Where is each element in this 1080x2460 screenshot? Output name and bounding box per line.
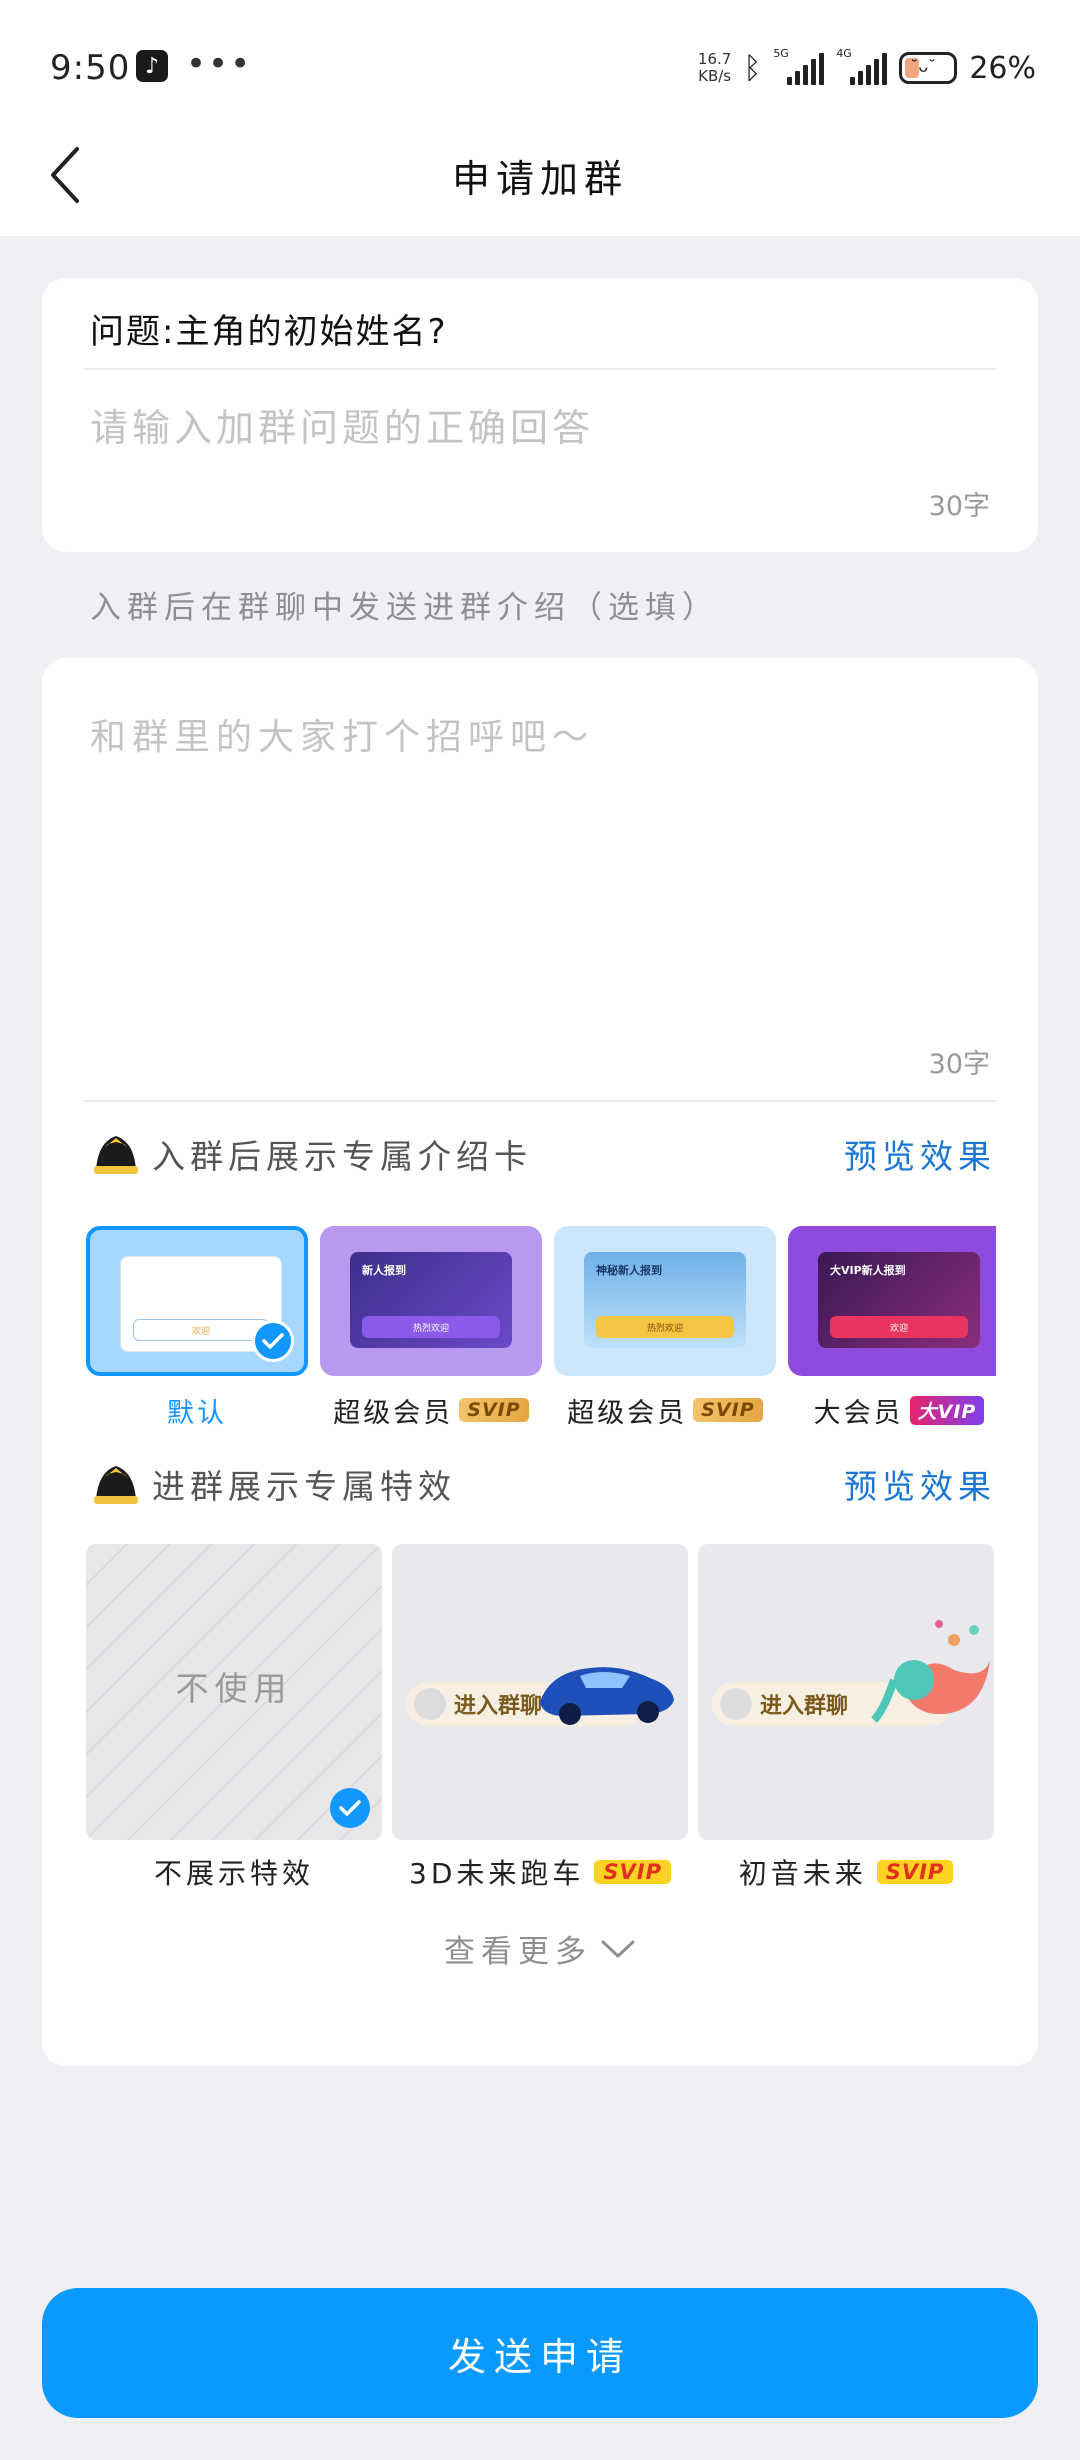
intro-caption: 入群后在群聊中发送进群介绍（选填）	[90, 590, 719, 626]
intro-card-thumb: 神秘新人报到 热烈欢迎	[554, 1226, 776, 1376]
miku-character-icon	[871, 1620, 990, 1723]
intro-card-label: 大会员 大VIP	[788, 1390, 996, 1430]
status-time: 9:50	[50, 48, 131, 88]
divider	[84, 368, 996, 370]
intro-card-preview-link[interactable]: 预览效果	[844, 1130, 996, 1178]
intro-card-section-title: 入群后展示专属介绍卡	[152, 1137, 532, 1176]
page-title: 申请加群	[451, 157, 628, 201]
question-card: 问题:主角的初始姓名? 30字	[42, 278, 1038, 552]
avatar	[720, 1688, 752, 1720]
network-speed: 16.7 KB/s	[697, 50, 732, 85]
question-text: 问题:主角的初始姓名?	[90, 312, 448, 352]
answer-char-counter: 30字	[928, 491, 990, 522]
effect-grid: 不使用 不展示特效 进入群聊 3D未来跑车 SVIP 进入群聊 初音未来 SVI…	[86, 1544, 996, 1892]
more-notifications-icon: •••	[186, 44, 253, 84]
effect-preview-link[interactable]: 预览效果	[844, 1460, 996, 1508]
svip-badge: SVIP	[693, 1398, 763, 1422]
effect-label: 3D未来跑车 SVIP	[392, 1852, 688, 1892]
intro-card-thumb: 欢迎	[86, 1226, 308, 1376]
svip-crown-icon	[90, 1458, 142, 1510]
intro-card-section-header: 入群后展示专属介绍卡 预览效果	[90, 1124, 996, 1184]
effect-thumb: 进入群聊	[392, 1544, 688, 1840]
avatar	[414, 1688, 446, 1720]
intro-card-label: 超级会员 SVIP	[554, 1390, 776, 1430]
effect-label: 不展示特效	[153, 1857, 314, 1890]
answer-input[interactable]	[90, 406, 990, 450]
intro-card-option-svip-1[interactable]: 新人报到 热烈欢迎 超级会员 SVIP	[320, 1226, 542, 1430]
intro-card-label: 默认	[167, 1397, 227, 1429]
submit-request-button[interactable]: 发送申请	[42, 2288, 1038, 2418]
status-indicators: 16.7 KB/s ᛒ 5G 4G ˘ᴗ˘ 26%	[698, 44, 1036, 92]
nav-bar: 申请加群	[0, 118, 1080, 236]
svip-badge: SVIP	[876, 1860, 954, 1884]
bluetooth-icon: ᛒ	[743, 50, 762, 86]
effect-thumb: 进入群聊	[698, 1544, 994, 1840]
intro-message-input[interactable]	[90, 708, 990, 1038]
intro-card-option-bigvip[interactable]: 大VIP新人报到 欢迎 大会员 大VIP	[788, 1226, 996, 1430]
signal-icon-5g: 5G	[773, 47, 825, 85]
effect-label: 初音未来 SVIP	[698, 1852, 994, 1892]
intro-char-counter: 30字	[928, 1049, 990, 1080]
chevron-down-icon	[601, 1940, 635, 1957]
tiktok-icon: ♪	[136, 50, 168, 82]
svip-badge: SVIP	[459, 1398, 529, 1422]
intro-card-option-svip-2[interactable]: 神秘新人报到 热烈欢迎 超级会员 SVIP	[554, 1226, 776, 1430]
battery-icon: ˘ᴗ˘	[899, 52, 958, 84]
bigvip-badge: 大VIP	[909, 1395, 985, 1425]
signal-icon-4g: 4G	[836, 47, 888, 85]
see-more-button[interactable]: 查看更多	[42, 1926, 1038, 1971]
effect-thumb: 不使用	[86, 1544, 382, 1840]
divider	[84, 1100, 996, 1102]
effect-option-3d-car[interactable]: 进入群聊 3D未来跑车 SVIP	[392, 1544, 688, 1892]
intro-card-label: 超级会员 SVIP	[320, 1390, 542, 1430]
svip-badge: SVIP	[594, 1860, 671, 1884]
effect-option-miku[interactable]: 进入群聊 初音未来 SVIP	[698, 1544, 994, 1892]
sports-car-icon	[540, 1667, 674, 1725]
intro-card-thumb: 大VIP新人报到 欢迎	[788, 1226, 996, 1376]
effect-section-header: 进群展示专属特效 预览效果	[90, 1454, 996, 1514]
battery-percent: 26%	[969, 50, 1036, 86]
effect-option-none[interactable]: 不使用 不展示特效	[86, 1544, 382, 1892]
selected-check-icon	[330, 1788, 370, 1828]
selected-check-icon	[252, 1320, 294, 1362]
status-bar: 9:50 ♪ ••• 16.7 KB/s ᛒ 5G 4G ˘ᴗ˘ 26%	[0, 0, 1080, 118]
intro-card-option-default[interactable]: 欢迎 默认	[86, 1226, 308, 1430]
intro-card-thumb: 新人报到 热烈欢迎	[320, 1226, 542, 1376]
effect-section-title: 进群展示专属特效	[152, 1467, 456, 1506]
intro-card: 30字 入群后展示专属介绍卡 预览效果 欢迎	[42, 658, 1038, 2066]
intro-card-carousel[interactable]: 欢迎 默认 新人报到 热烈欢迎 超级会员 SVIP 神秘新人报到 热烈欢迎 超级…	[86, 1226, 996, 1456]
svip-crown-icon	[90, 1128, 142, 1180]
